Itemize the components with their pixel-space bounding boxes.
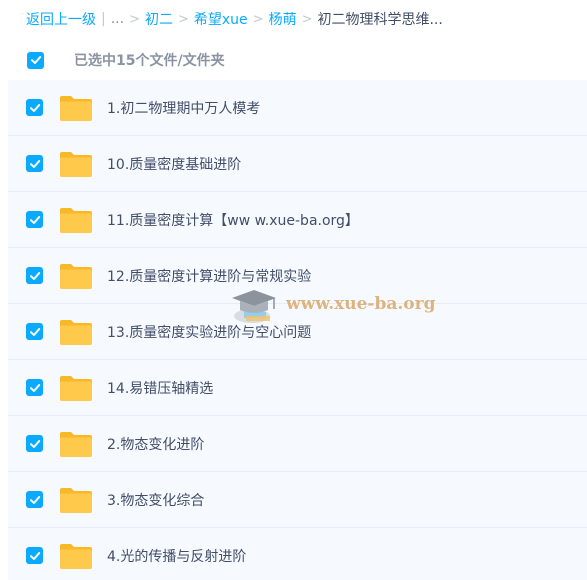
check-icon (29, 271, 40, 280)
breadcrumb: 返回上一级 | ... > 初二 > 希望xue > 杨萌 > 初二物理科学思维… (0, 0, 587, 38)
watermark: www.xue-ba.org (226, 282, 435, 326)
breadcrumb-item-2[interactable]: 希望xue (194, 9, 248, 29)
file-name[interactable]: 2.物态变化进阶 (107, 434, 204, 454)
file-row[interactable]: 11.质量密度计算【ww w.xue-ba.org】 (8, 192, 587, 248)
folder-icon (60, 95, 92, 121)
file-list: 1.初二物理期中万人模考 10.质量密度基础进阶 11.质量密度计算【ww w.xu… (8, 80, 587, 580)
selection-bar: 已选中15个文件/文件夹 (0, 42, 587, 78)
file-name[interactable]: 14.易错压轴精选 (107, 378, 213, 398)
file-name[interactable]: 10.质量密度基础进阶 (107, 154, 241, 174)
breadcrumb-separator: > (177, 11, 189, 27)
file-name[interactable]: 3.物态变化综合 (107, 490, 204, 510)
file-row[interactable]: 1.初二物理期中万人模考 (8, 80, 587, 136)
breadcrumb-item-3[interactable]: 杨萌 (269, 9, 297, 29)
breadcrumb-separator: > (252, 11, 264, 27)
folder-icon (60, 207, 92, 233)
file-checkbox[interactable] (26, 435, 43, 452)
file-checkbox[interactable] (26, 99, 43, 116)
selection-count: 已选中15个文件/文件夹 (74, 53, 225, 69)
breadcrumb-ellipsis[interactable]: ... (111, 11, 124, 27)
folder-icon (60, 319, 92, 345)
watermark-text: www.xue-ba.org (286, 294, 436, 314)
check-icon (29, 495, 40, 504)
folder-icon (60, 263, 92, 289)
file-checkbox[interactable] (26, 491, 43, 508)
file-checkbox[interactable] (26, 379, 43, 396)
file-row[interactable]: 10.质量密度基础进阶 (8, 136, 587, 192)
folder-icon (60, 431, 92, 457)
check-icon (29, 383, 40, 392)
breadcrumb-separator: > (301, 11, 313, 27)
file-checkbox[interactable] (26, 211, 43, 228)
select-all-checkbox[interactable] (27, 51, 44, 69)
check-icon (29, 215, 40, 224)
breadcrumb-current: 初二物理科学思维... (317, 12, 443, 28)
file-row[interactable]: 4.光的传播与反射进阶 (8, 528, 587, 580)
file-checkbox[interactable] (26, 547, 43, 564)
folder-icon (60, 487, 92, 513)
file-checkbox[interactable] (26, 155, 43, 172)
breadcrumb-divider: | (101, 11, 106, 27)
folder-icon (60, 375, 92, 401)
back-link[interactable]: 返回上一级 (26, 9, 96, 29)
folder-icon (60, 543, 92, 569)
check-icon (30, 56, 41, 64)
file-row[interactable]: 2.物态变化进阶 (8, 416, 587, 472)
check-icon (29, 439, 40, 448)
file-row[interactable]: 14.易错压轴精选 (8, 360, 587, 416)
file-name[interactable]: 1.初二物理期中万人模考 (107, 98, 260, 118)
file-checkbox[interactable] (26, 323, 43, 340)
file-name[interactable]: 4.光的传播与反射进阶 (107, 546, 246, 566)
file-name[interactable]: 11.质量密度计算【ww w.xue-ba.org】 (107, 210, 359, 230)
check-icon (29, 551, 40, 560)
graduation-cap-icon (232, 290, 276, 323)
folder-icon (60, 151, 92, 177)
file-checkbox[interactable] (26, 267, 43, 284)
check-icon (29, 103, 40, 112)
file-row[interactable]: 3.物态变化综合 (8, 472, 587, 528)
check-icon (29, 327, 40, 336)
check-icon (29, 159, 40, 168)
breadcrumb-item-1[interactable]: 初二 (145, 9, 173, 29)
breadcrumb-separator: > (129, 11, 140, 27)
